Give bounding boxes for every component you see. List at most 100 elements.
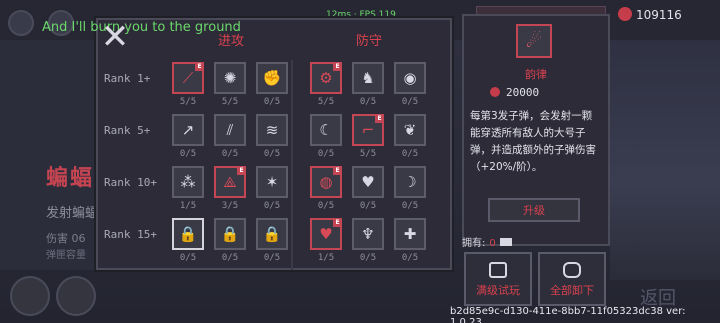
talent-level-count: 0/5 xyxy=(359,253,377,263)
talent-slot[interactable]: ◉ xyxy=(394,62,426,94)
talent-slot[interactable]: ↗ xyxy=(172,114,204,146)
equipped-badge: E xyxy=(333,62,342,71)
max-level-trial-button[interactable]: 满级试玩 xyxy=(464,252,532,306)
talent-level-count: 0/5 xyxy=(359,97,377,107)
talent-level-count: 0/5 xyxy=(359,201,377,211)
talent-level-count: 0/5 xyxy=(179,253,197,263)
talent-level-count: 0/5 xyxy=(221,149,239,159)
max-level-trial-label: 满级试玩 xyxy=(476,284,520,297)
tri-icon: ⟁ xyxy=(223,173,237,191)
column-attack-header: 进攻 xyxy=(218,34,245,49)
talent-level-count: 0/5 xyxy=(401,201,419,211)
talent-slot[interactable]: ⌐ E xyxy=(352,114,384,146)
rank-label: Rank 15+ xyxy=(104,228,157,241)
talent-slot[interactable]: ⟁ E xyxy=(214,166,246,198)
eye-icon: ◉ xyxy=(403,69,417,87)
talent-level-count: 5/5 xyxy=(221,97,239,107)
talent-level-count: 1/5 xyxy=(179,201,197,211)
equipped-badge: E xyxy=(237,166,246,175)
rank-label: Rank 10+ xyxy=(104,176,157,189)
talent-level-count: 0/5 xyxy=(263,97,281,107)
stat-magazine-bg: 弹匣容量 xyxy=(46,250,86,261)
burst-icon: ✶ xyxy=(265,173,279,191)
locked-icon: 🔒 xyxy=(262,225,282,243)
heart-cross-icon: ♥ xyxy=(319,225,333,243)
coin-count: 109116 xyxy=(636,8,682,22)
spiral-icon: ✺ xyxy=(223,69,237,87)
cross-flower-icon: ✚ xyxy=(403,225,417,243)
locked-icon: 🔒 xyxy=(220,225,240,243)
talent-level-count: 0/5 xyxy=(263,149,281,159)
talent-level-count: 0/5 xyxy=(401,253,419,263)
talent-name: 韵律 xyxy=(525,68,547,81)
talent-level-count: 0/5 xyxy=(401,149,419,159)
talent-level-count: 0/5 xyxy=(317,149,335,159)
talent-slot[interactable]: ✚ xyxy=(394,218,426,250)
talent-slot[interactable]: ✶ xyxy=(256,166,288,198)
character-art xyxy=(610,40,720,280)
scythe-icon: ☽ xyxy=(403,173,417,191)
talent-level-count: 3/5 xyxy=(221,201,239,211)
unequip-icon xyxy=(563,262,581,278)
angel-icon: ♆ xyxy=(361,225,375,243)
talent-slot[interactable]: ⫽ xyxy=(214,114,246,146)
comet-icon: ☄ xyxy=(516,24,552,58)
hearts-icon: ♥ xyxy=(361,173,375,191)
claw-icon: ⫽ xyxy=(226,121,234,139)
close-button[interactable]: ✕ xyxy=(98,20,132,54)
rank-label: Rank 5+ xyxy=(104,124,151,137)
talent-slot[interactable]: ⚙ E xyxy=(310,62,342,94)
talent-cost: 20000 xyxy=(490,86,539,99)
talent-level-count: 0/5 xyxy=(401,97,419,107)
boot-icon: ⌐ xyxy=(361,121,375,139)
unequip-all-button[interactable]: 全部卸下 xyxy=(538,252,606,306)
moon-icon: ☾ xyxy=(319,121,333,139)
owned-value: 0 xyxy=(489,238,496,249)
version-string: b2d85e9c-d130-411e-8bb7-11f05323dc38 ver… xyxy=(450,306,686,323)
equipped-badge: E xyxy=(375,114,384,123)
talent-slot[interactable]: ☽ xyxy=(394,166,426,198)
talent-slot[interactable]: 🔒 xyxy=(172,218,204,250)
talent-slot[interactable]: ♆ xyxy=(352,218,384,250)
talent-slot[interactable]: ⁂ xyxy=(172,166,204,198)
owned-count: 拥有: 0 xyxy=(462,234,512,249)
talent-description: 每第3发子弹，会发射一颗能穿透所有敌人的大号子弹，并造成额外的子弹伤害（+20%… xyxy=(470,110,596,173)
talent-slot[interactable]: ✺ xyxy=(214,62,246,94)
talent-slot[interactable]: ♥ E xyxy=(310,218,342,250)
talent-slot[interactable]: ♞ xyxy=(352,62,384,94)
drops-icon: ⁂ xyxy=(180,173,196,191)
talent-slot[interactable]: ⟋ E xyxy=(172,62,204,94)
orb-icon: ◍ xyxy=(319,173,333,191)
talent-level-count: 0/5 xyxy=(221,253,239,263)
avatar[interactable] xyxy=(8,10,34,36)
talent-slot[interactable]: ♥ xyxy=(352,166,384,198)
talent-slot[interactable]: 🔒 xyxy=(256,218,288,250)
ticket-icon xyxy=(499,238,512,246)
talent-slot[interactable]: ☾ xyxy=(310,114,342,146)
fist-icon: ✊ xyxy=(262,69,282,87)
talent-slot[interactable]: ≋ xyxy=(256,114,288,146)
talent-level-count: 0/5 xyxy=(263,201,281,211)
shield-gear-icon: ⚙ xyxy=(319,69,333,87)
talent-cost-value: 20000 xyxy=(506,86,540,99)
talent-slot[interactable]: ✊ xyxy=(256,62,288,94)
talent-slot[interactable]: 🔒 xyxy=(214,218,246,250)
upgrade-button[interactable]: 升级 xyxy=(488,198,580,222)
coin-icon xyxy=(490,87,500,97)
equipped-badge: E xyxy=(333,218,342,227)
talent-level-count: 5/5 xyxy=(179,97,197,107)
unequip-all-label: 全部卸下 xyxy=(550,284,594,297)
talent-level-count: 0/5 xyxy=(179,149,197,159)
bottom-button-1[interactable] xyxy=(10,276,50,316)
column-defense-header: 防守 xyxy=(356,34,383,49)
owned-label: 拥有: xyxy=(462,238,486,249)
equipped-badge: E xyxy=(195,62,204,71)
talent-slot[interactable]: ◍ E xyxy=(310,166,342,198)
locked-bat-icon: 🔒 xyxy=(178,225,198,243)
talent-slot[interactable]: ❦ xyxy=(394,114,426,146)
rank-label: Rank 1+ xyxy=(104,72,151,85)
bottom-button-2[interactable] xyxy=(56,276,96,316)
talent-level-count: 1/5 xyxy=(317,253,335,263)
stat-damage-bg: 伤害 06 xyxy=(46,232,86,245)
leaf-icon: ❦ xyxy=(403,121,417,139)
